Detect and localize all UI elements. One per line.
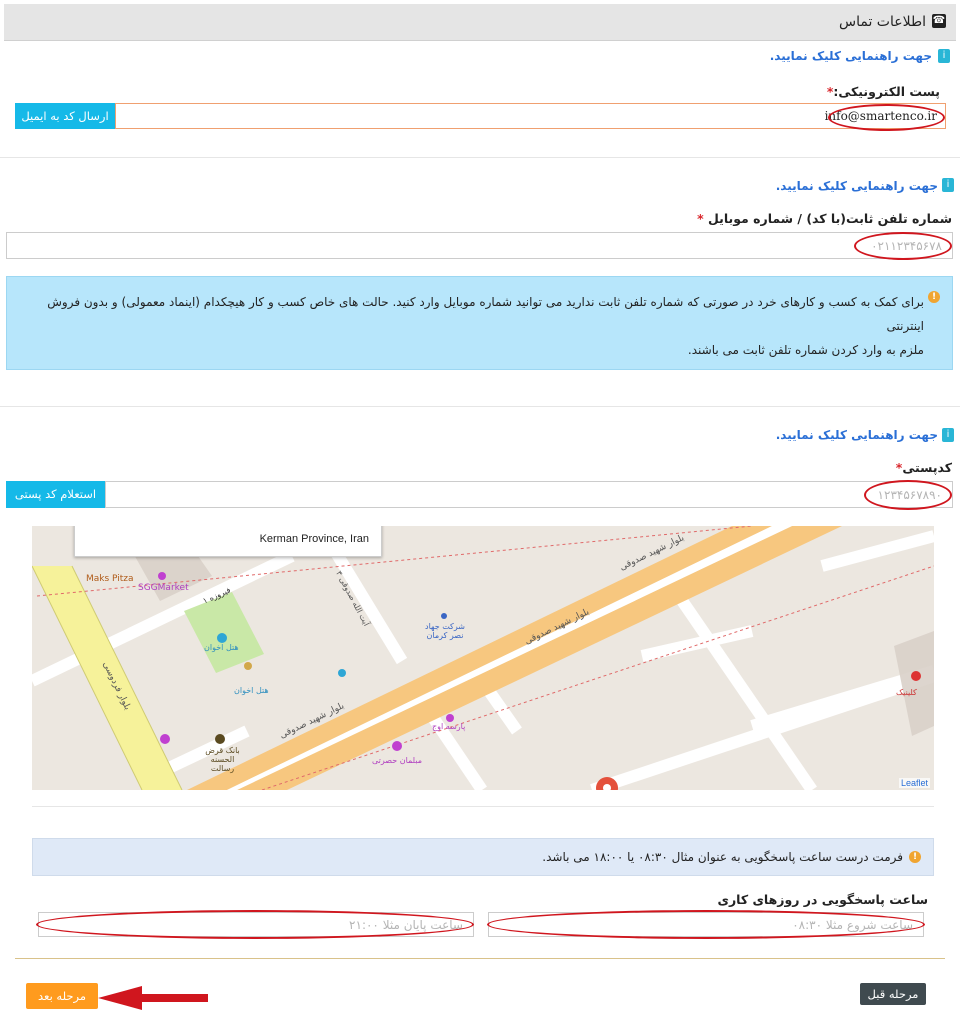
required-mark: *: [697, 211, 704, 226]
hours-alert-text: فرمت درست ساعت پاسخگویی به عنوان مثال ۰۸…: [542, 850, 903, 864]
start-time-highlight-oval: [487, 910, 925, 939]
help-link-phone[interactable]: جهت راهنمایی کلیک نمایید.: [776, 179, 938, 193]
help-link-postal[interactable]: جهت راهنمایی کلیک نمایید.: [776, 428, 938, 442]
map-popup-text: Kerman Province, Iran: [259, 533, 369, 545]
divider: [0, 157, 960, 158]
end-time-highlight-oval: [36, 910, 474, 939]
map-canvas[interactable]: [32, 526, 934, 790]
hours-alert: ! فرمت درست ساعت پاسخگویی به عنوان مثال …: [32, 838, 934, 876]
map-label-clinic: کلینیک: [896, 688, 917, 697]
postal-highlight-oval: [864, 480, 952, 510]
phone-alert: ! برای کمک به کسب و کارهای خرد در صورتی …: [6, 276, 953, 370]
phone-highlight-oval: [854, 232, 952, 260]
hours-label: ساعت پاسخگویی در روزهای کاری: [717, 892, 928, 907]
postal-label: کدپستی*: [896, 460, 952, 475]
phone-alert-text: برای کمک به کسب و کارهای خرد در صورتی که…: [24, 290, 924, 362]
warning-icon: !: [909, 851, 921, 863]
map-attribution[interactable]: Leaflet: [898, 778, 930, 788]
next-step-button[interactable]: مرحله بعد: [26, 983, 98, 1009]
postal-code-field[interactable]: ۱۲۳۴۵۶۷۸۹۰: [105, 481, 953, 508]
postal-label-text: کدپستی: [902, 460, 952, 475]
map-label-sgg: SGGMarket: [138, 583, 189, 593]
map-label-parseh: پارسه اوج: [432, 722, 466, 731]
section-title: اطلاعات تماس: [839, 14, 926, 30]
phone-icon: ☎: [932, 14, 946, 28]
divider: [15, 958, 945, 959]
phone-alert-line2: ملزم به وارد کردن شماره تلفن ثابت می باش…: [687, 343, 924, 357]
phone-field[interactable]: ۰۲۱۱۲۳۴۵۶۷۸: [6, 232, 953, 259]
postal-inquiry-button[interactable]: استعلام کد پستی: [6, 481, 105, 508]
map-label-bank: بانک قرض الحسنه رسالت: [205, 746, 240, 773]
phone-label: شماره تلفن ثابت(با کد) / شماره موبایل *: [697, 211, 952, 226]
warning-icon: !: [928, 291, 940, 303]
map-label-maks: Maks Pitza: [86, 574, 134, 584]
phone-alert-line1: برای کمک به کسب و کارهای خرد در صورتی که…: [47, 295, 924, 333]
info-icon[interactable]: i: [942, 178, 954, 192]
email-field[interactable]: info@smartenco.ir: [115, 103, 946, 129]
map-label-jahad: شرکت جهاد نصر کرمان: [425, 622, 465, 640]
email-label: پست الکترونیکی:*: [827, 84, 940, 99]
send-email-code-button[interactable]: ارسال کد به ایمیل: [15, 103, 115, 129]
email-highlight-oval: [828, 104, 945, 131]
previous-step-button[interactable]: مرحله قبل: [860, 983, 926, 1005]
email-label-text: پست الکترونیکی:: [833, 84, 940, 99]
red-arrow-icon: [98, 986, 208, 1010]
map-label-hotel2: هتل اخوان: [234, 686, 269, 695]
section-header: ☎ اطلاعات تماس: [4, 4, 956, 41]
help-link-email[interactable]: جهت راهنمایی کلیک نمایید.: [770, 49, 932, 63]
map-label-hotel1: هتل اخوان: [204, 643, 239, 652]
info-icon[interactable]: i: [938, 49, 950, 63]
map[interactable]: Kerman Province, Iran Maks Pitza SGGMark…: [32, 526, 934, 790]
map-popup: Kerman Province, Iran: [74, 526, 382, 557]
phone-label-text: شماره تلفن ثابت(با کد) / شماره موبایل: [707, 211, 952, 226]
map-label-mobl: مبلمان حصرتی: [372, 756, 423, 765]
info-icon[interactable]: i: [942, 428, 954, 442]
divider: [32, 806, 934, 807]
divider: [0, 406, 960, 407]
